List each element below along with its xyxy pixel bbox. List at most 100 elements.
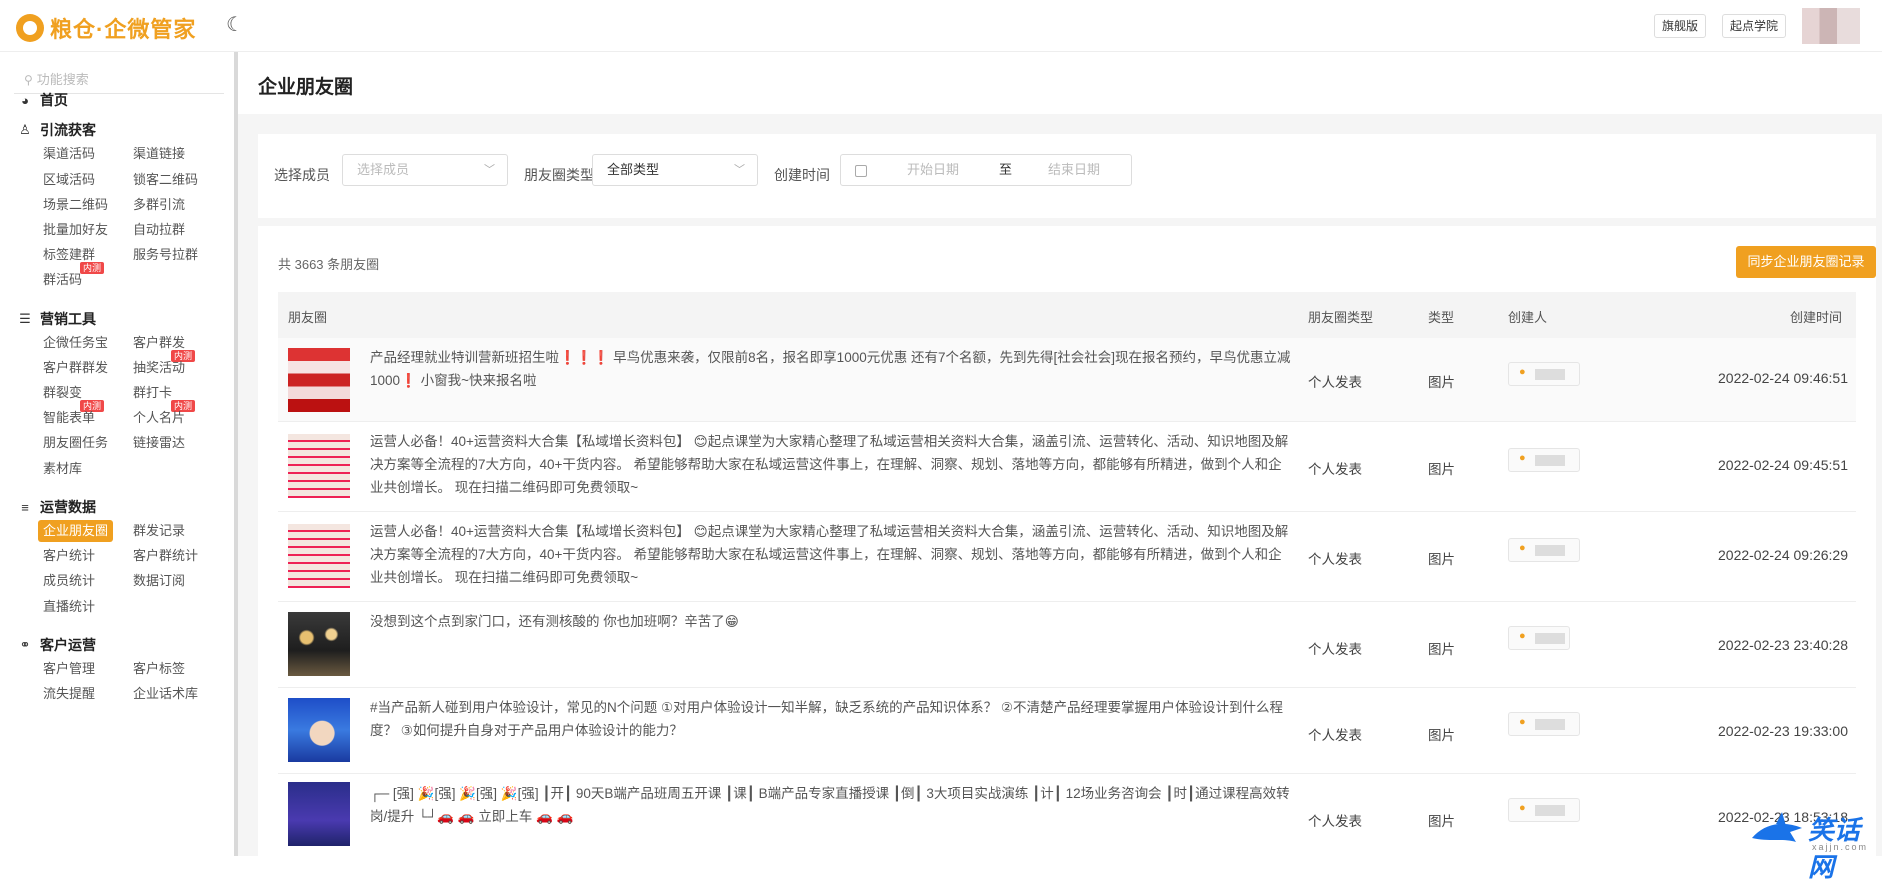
chevron-down-icon: ﹀ <box>484 164 495 176</box>
sidebar-item-region-code[interactable]: 区域活码 <box>43 169 95 191</box>
sidebar-section-marketing[interactable]: ☰ 营销工具 <box>18 309 96 329</box>
person-icon: ● <box>1519 542 1526 554</box>
sidebar-item-service-group[interactable]: 服务号拉群 <box>133 244 198 266</box>
watermark-url: xajjn.com <box>1812 842 1869 852</box>
sidebar-item-moments-task[interactable]: 朋友圈任务 <box>43 432 108 454</box>
person-icon: ● <box>1519 716 1526 728</box>
creator-name-redacted <box>1535 805 1565 816</box>
creator-tag: ● <box>1508 712 1580 736</box>
creator-tag: ● <box>1508 798 1580 822</box>
dashboard-icon: ◕ <box>21 92 29 108</box>
table-row[interactable]: 运营人必备！40+运营资料大合集【私域增长资料包】 😊起点课堂为大家精心整理了私… <box>278 512 1856 602</box>
filter-bar: 选择成员 选择成员 ﹀ 朋友圈类型 全部类型 ﹀ 创建时间 开始日期 至 结束日期 <box>258 134 1876 218</box>
sidebar-item-channel-link[interactable]: 渠道链接 <box>133 143 185 165</box>
person-icon: ● <box>1519 630 1526 642</box>
main-content: 企业朋友圈 选择成员 选择成员 ﹀ 朋友圈类型 全部类型 ﹀ 创建时间 开始日期… <box>238 52 1882 856</box>
sidebar-section-customer-ops[interactable]: ⚭ 客户运营 <box>18 635 96 655</box>
sidebar-item-smart-form[interactable]: 智能表单 <box>43 407 95 429</box>
sidebar-item-member-stats[interactable]: 成员统计 <box>43 570 95 592</box>
dark-mode-moon-icon[interactable]: ☾ <box>226 12 244 37</box>
post-image-thumbnail[interactable] <box>288 612 350 676</box>
sidebar-item-channel-code[interactable]: 渠道活码 <box>43 143 95 165</box>
person-icon: ● <box>1519 452 1526 464</box>
sidebar-item-enterprise-moments[interactable]: 企业朋友圈 <box>38 520 114 542</box>
creator-name-redacted <box>1535 719 1565 730</box>
sidebar-item-lock-qr[interactable]: 锁客二维码 <box>133 169 198 191</box>
creator-tag: ● <box>1508 626 1570 650</box>
sidebar-item-batch-add[interactable]: 批量加好友 <box>43 219 108 241</box>
sidebar-item-group-broadcast[interactable]: 客户群群发 <box>43 357 108 379</box>
sidebar-item-script-library[interactable]: 企业话术库 <box>133 683 198 705</box>
post-content: ┌─ [强] 🎉[强] 🎉[强] 🎉[强] ┃开┃ 90天B端产品班周五开课 ┃… <box>370 786 1290 824</box>
moments-type-select[interactable]: 全部类型 ﹀ <box>592 154 758 186</box>
sidebar-item-auto-group[interactable]: 自动拉群 <box>133 219 185 241</box>
academy-button[interactable]: 起点学院 <box>1722 14 1787 38</box>
flagship-edition-button[interactable]: 旗舰版 <box>1654 14 1707 38</box>
sidebar-item-data-subscription[interactable]: 数据订阅 <box>133 570 185 592</box>
sidebar-section-acquisition[interactable]: ♙ 引流获客 <box>18 120 96 140</box>
table-row[interactable]: 没想到这个点到家门口，还有测核酸的 你也加班啊？辛苦了😁 个人发表 图片 ● 2… <box>278 602 1856 688</box>
post-kind: 图片 <box>1428 462 1455 477</box>
sidebar-item-broadcast-records[interactable]: 群发记录 <box>133 520 185 542</box>
post-kind: 图片 <box>1428 814 1455 829</box>
sidebar-item-lottery[interactable]: 抽奖活动 <box>133 357 185 379</box>
post-image-thumbnail[interactable] <box>288 434 350 498</box>
sidebar-section-data[interactable]: ≡ 运营数据 <box>18 497 96 517</box>
post-create-time: 2022-02-24 09:46:51 <box>1718 370 1848 386</box>
end-date-input[interactable]: 结束日期 <box>1048 162 1100 177</box>
member-filter-label: 选择成员 <box>274 167 330 183</box>
table-row[interactable]: #当产品新人碰到用户体验设计，常见的N个问题 ①对用户体验设计一知半解，缺乏系统… <box>278 688 1856 774</box>
sidebar-item-material-library[interactable]: 素材库 <box>43 458 82 480</box>
creator-tag: ● <box>1508 538 1580 562</box>
post-type: 个人发表 <box>1308 642 1362 657</box>
date-range-picker[interactable]: 开始日期 至 结束日期 <box>840 154 1132 186</box>
post-kind: 图片 <box>1428 642 1455 657</box>
sidebar-item-group-stats[interactable]: 客户群统计 <box>133 545 198 567</box>
sidebar-item-customer-stats[interactable]: 客户统计 <box>43 545 95 567</box>
post-kind: 图片 <box>1428 728 1455 743</box>
sidebar-item-live-stats[interactable]: 直播统计 <box>43 596 95 618</box>
post-create-time: 2022-02-23 19:33:00 <box>1718 723 1848 739</box>
page-header: 企业朋友圈 <box>238 52 1882 114</box>
post-image-thumbnail[interactable] <box>288 524 350 588</box>
site-watermark: 笑话网 xajjn.com <box>1750 808 1882 882</box>
post-type: 个人发表 <box>1308 462 1362 477</box>
post-content: 运营人必备！40+运营资料大合集【私域增长资料包】 😊起点课堂为大家精心整理了私… <box>370 524 1289 585</box>
sidebar-home[interactable]: ◕ 首页 <box>18 90 68 110</box>
post-type: 个人发表 <box>1308 728 1362 743</box>
sidebar-item-group-fission[interactable]: 群裂变 <box>43 382 82 404</box>
post-content: 没想到这个点到家门口，还有测核酸的 你也加班啊？辛苦了😁 <box>370 614 739 629</box>
table-row[interactable]: 运营人必备！40+运营资料大合集【私域增长资料包】 😊起点课堂为大家精心整理了私… <box>278 422 1856 512</box>
creator-name-redacted <box>1535 633 1565 644</box>
table-row[interactable]: 产品经理就业特训营新班招生啦❗❗❗ 早鸟优惠来袭，仅限前8名，报名即享1000元… <box>278 338 1856 422</box>
post-create-time: 2022-02-24 09:45:51 <box>1718 457 1848 473</box>
sidebar-item-group-code[interactable]: 群活码 <box>43 269 82 291</box>
post-image-thumbnail[interactable] <box>288 782 350 846</box>
sidebar-item-scene-qr[interactable]: 场景二维码 <box>43 194 108 216</box>
sidebar-item-multi-group[interactable]: 多群引流 <box>133 194 185 216</box>
sidebar-item-group-checkin[interactable]: 群打卡 <box>133 382 172 404</box>
moments-type-label: 朋友圈类型 <box>524 167 594 183</box>
logo-icon <box>16 14 44 42</box>
post-image-thumbnail[interactable] <box>288 348 350 412</box>
table-row[interactable]: ┌─ [强] 🎉[强] 🎉[强] 🎉[强] ┃开┃ 90天B端产品班周五开课 ┃… <box>278 774 1856 856</box>
sidebar-item-customer-tags[interactable]: 客户标签 <box>133 658 185 680</box>
database-icon: ≡ <box>21 499 29 515</box>
app-logo[interactable]: 粮仓·企微管家 <box>16 12 196 44</box>
moments-count: 共 3663 条朋友圈 <box>278 257 380 272</box>
post-kind: 图片 <box>1428 552 1455 567</box>
post-image-thumbnail[interactable] <box>288 698 350 762</box>
user-avatar[interactable] <box>1802 8 1860 44</box>
tools-icon: ☰ <box>19 311 31 326</box>
start-date-input[interactable]: 开始日期 <box>907 162 959 177</box>
sidebar-item-business-card[interactable]: 个人名片 <box>133 407 185 429</box>
sidebar-item-link-radar[interactable]: 链接雷达 <box>133 432 185 454</box>
sidebar-item-task-treasure[interactable]: 企微任务宝 <box>43 332 108 354</box>
sidebar-item-churn-alert[interactable]: 流失提醒 <box>43 683 95 705</box>
member-select[interactable]: 选择成员 ﹀ <box>342 154 508 186</box>
moments-table-panel: 共 3663 条朋友圈 同步企业朋友圈记录 朋友圈 朋友圈类型 类型 创建人 创… <box>258 226 1876 856</box>
person-icon: ● <box>1519 802 1526 814</box>
post-content: #当产品新人碰到用户体验设计，常见的N个问题 ①对用户体验设计一知半解，缺乏系统… <box>370 700 1283 738</box>
sync-moments-button[interactable]: 同步企业朋友圈记录 <box>1736 246 1876 278</box>
sidebar-item-customer-management[interactable]: 客户管理 <box>43 658 95 680</box>
